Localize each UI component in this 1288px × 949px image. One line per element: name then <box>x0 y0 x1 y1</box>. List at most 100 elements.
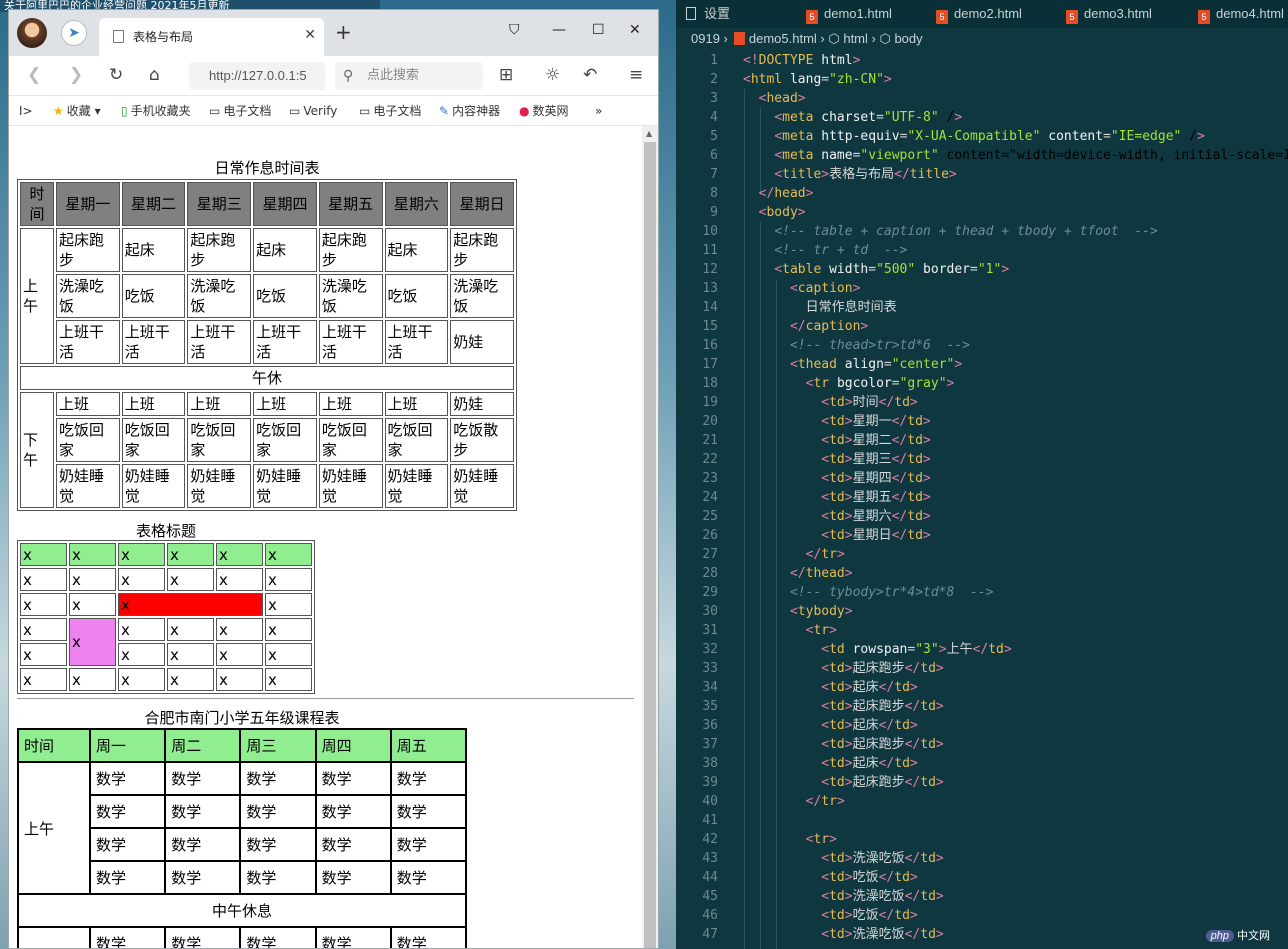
bookmarks-more[interactable]: » <box>595 103 602 119</box>
code-line[interactable]: 43 <td>洗澡吃饭</td> <box>676 849 1288 868</box>
code-line[interactable]: 17 <thead align="center"> <box>676 355 1288 374</box>
tab-demo4[interactable]: 5 demo4.html <box>1198 0 1284 28</box>
close-tab-icon[interactable]: ✕ <box>304 27 316 43</box>
bookmark-favorites[interactable]: ★ 收藏 ▾ <box>53 103 101 119</box>
code-line[interactable]: 7 <title>表格与布局</title> <box>676 165 1288 184</box>
subject-cell: 数学 <box>88 860 167 895</box>
code-line[interactable]: 2 <html lang="zh-CN"> <box>676 70 1288 89</box>
code-line[interactable]: 5 <meta http-equiv="X-UA-Compatible" con… <box>676 127 1288 146</box>
code-line[interactable]: 20 <td>星期一</td> <box>676 412 1288 431</box>
code-line[interactable]: 36 <td>起床</td> <box>676 716 1288 735</box>
code-line[interactable]: 9 <body> <box>676 203 1288 222</box>
code-line[interactable]: 12 <table width="500" border="1"> <box>676 260 1288 279</box>
forward-button[interactable]: ❯ <box>69 66 83 84</box>
code-line[interactable]: 40 </tr> <box>676 792 1288 811</box>
grid-icon[interactable]: ⊞ <box>499 66 513 84</box>
subject-cell: 数学 <box>389 860 468 895</box>
line-source: <td>吃饭</td> <box>821 870 918 885</box>
sidebar-toggle-icon[interactable]: I> <box>19 103 33 119</box>
code-line[interactable]: 13 <caption> <box>676 279 1288 298</box>
x-cell: x <box>69 593 116 616</box>
bookmark-doc1[interactable]: ▭ 电子文档 <box>209 103 271 119</box>
subject-cell: 数学 <box>389 761 468 796</box>
code-line[interactable]: 47 <td>洗澡吃饭</td> <box>676 925 1288 944</box>
code-line[interactable]: 33 <td>起床跑步</td> <box>676 659 1288 678</box>
line-number: 21 <box>702 433 718 448</box>
code-line[interactable]: 42 <tr> <box>676 830 1288 849</box>
period-label-morning: 上午 <box>17 761 91 895</box>
code-line[interactable]: 24 <td>星期五</td> <box>676 488 1288 507</box>
code-line[interactable]: 34 <td>起床</td> <box>676 678 1288 697</box>
line-source: </head> <box>758 186 814 201</box>
bookmark-content[interactable]: ✎ 内容神器 <box>439 103 500 119</box>
code-line[interactable]: 41 <box>676 811 1288 830</box>
new-tab-button[interactable]: + <box>335 22 352 42</box>
menu-icon[interactable]: ≡ <box>629 66 643 84</box>
code-line[interactable]: 25 <td>星期六</td> <box>676 507 1288 526</box>
code-line[interactable]: 26 <td>星期日</td> <box>676 526 1288 545</box>
navigate-icon[interactable]: ➤ <box>61 20 87 46</box>
minimize-button[interactable]: — <box>552 22 566 38</box>
code-line[interactable]: 38 <td>起床</td> <box>676 754 1288 773</box>
line-number: 24 <box>702 490 718 505</box>
code-line[interactable]: 15 </caption> <box>676 317 1288 336</box>
tab-demo5[interactable]: 表格与布局 ✕ <box>99 18 324 56</box>
code-line[interactable]: 8 </head> <box>676 184 1288 203</box>
code-line[interactable]: 39 <td>起床跑步</td> <box>676 773 1288 792</box>
code-line[interactable]: 31 <tr> <box>676 621 1288 640</box>
brightness-icon[interactable]: ☼ <box>545 66 560 84</box>
bookmark-doc2[interactable]: ▭ 电子文档 <box>359 103 421 119</box>
maximize-button[interactable]: ☐ <box>592 22 605 38</box>
code-line[interactable]: 32 <td rowspan="3">上午</td> <box>676 640 1288 659</box>
scroll-thumb[interactable] <box>644 142 656 948</box>
code-line[interactable]: 27 </tr> <box>676 545 1288 564</box>
close-window-button[interactable]: ✕ <box>629 22 641 38</box>
line-number: 47 <box>702 927 718 942</box>
shirt-icon[interactable]: ⛉ <box>509 22 520 38</box>
code-line[interactable]: 22 <td>星期三</td> <box>676 450 1288 469</box>
line-number: 34 <box>702 680 718 695</box>
tab-demo1[interactable]: 5 demo1.html <box>806 0 892 28</box>
scroll-up-icon[interactable]: ▲ <box>646 129 652 138</box>
bookmark-mobile[interactable]: ▯ 手机收藏夹 <box>121 103 191 119</box>
code-line[interactable]: 19 <td>时间</td> <box>676 393 1288 412</box>
code-line[interactable]: 21 <td>星期二</td> <box>676 431 1288 450</box>
code-line[interactable]: 46 <td>吃饭</td> <box>676 906 1288 925</box>
back-button[interactable]: ❮ <box>27 66 41 84</box>
code-line[interactable]: 11 <!-- tr + td --> <box>676 241 1288 260</box>
code-line[interactable]: 4 <meta charset="UTF-8" /> <box>676 108 1288 127</box>
code-line[interactable]: 10 <!-- table + caption + thead + tbody … <box>676 222 1288 241</box>
subject-cell: 数学 <box>164 827 242 862</box>
code-line[interactable]: 3 <head> <box>676 89 1288 108</box>
avatar[interactable] <box>17 18 47 48</box>
code-line[interactable]: 6 <meta name="viewport" content="width=d… <box>676 146 1288 165</box>
line-number: 6 <box>710 148 718 163</box>
code-line[interactable]: 44 <td>吃饭</td> <box>676 868 1288 887</box>
page-scrollbar[interactable]: ▲ <box>642 126 658 948</box>
code-line[interactable]: 23 <td>星期四</td> <box>676 469 1288 488</box>
tab-demo3[interactable]: 5 demo3.html <box>1066 0 1152 28</box>
bookmark-verify[interactable]: ▭ Verify <box>289 103 337 119</box>
bookmark-shuying[interactable]: ● 数英网 <box>519 103 569 119</box>
code-line[interactable]: 16 <!-- thead>tr>td*6 --> <box>676 336 1288 355</box>
table-cell: 上班干活 <box>384 320 449 364</box>
code-line[interactable]: 1 <!DOCTYPE html> <box>676 51 1288 70</box>
search-input[interactable]: ⚲ 点此搜索 <box>335 62 483 90</box>
code-area[interactable]: 1 <!DOCTYPE html> 2 <html lang="zh-CN"> 3 <h… <box>676 51 1288 944</box>
code-line[interactable]: 45 <td>洗澡吃饭</td> <box>676 887 1288 906</box>
header-cell: 周五 <box>389 728 468 763</box>
code-line[interactable]: 28 </thead> <box>676 564 1288 583</box>
address-bar[interactable]: http://127.0.0.1:5 <box>189 62 325 90</box>
line-number: 2 <box>710 72 718 87</box>
home-button[interactable]: ⌂ <box>149 66 160 84</box>
code-line[interactable]: 35 <td>起床跑步</td> <box>676 697 1288 716</box>
code-line[interactable]: 37 <td>起床跑步</td> <box>676 735 1288 754</box>
code-line[interactable]: 30 <tybody> <box>676 602 1288 621</box>
code-line[interactable]: 14 日常作息时间表 <box>676 298 1288 317</box>
tab-demo2[interactable]: 5 demo2.html <box>936 0 1022 28</box>
undo-icon[interactable]: ↶ <box>583 66 597 84</box>
code-line[interactable]: 18 <tr bgcolor="gray"> <box>676 374 1288 393</box>
reload-button[interactable]: ↻ <box>109 66 123 84</box>
code-line[interactable]: 29 <!-- tybody>tr*4>td*8 --> <box>676 583 1288 602</box>
tab-settings[interactable]: 设置 <box>686 0 730 28</box>
